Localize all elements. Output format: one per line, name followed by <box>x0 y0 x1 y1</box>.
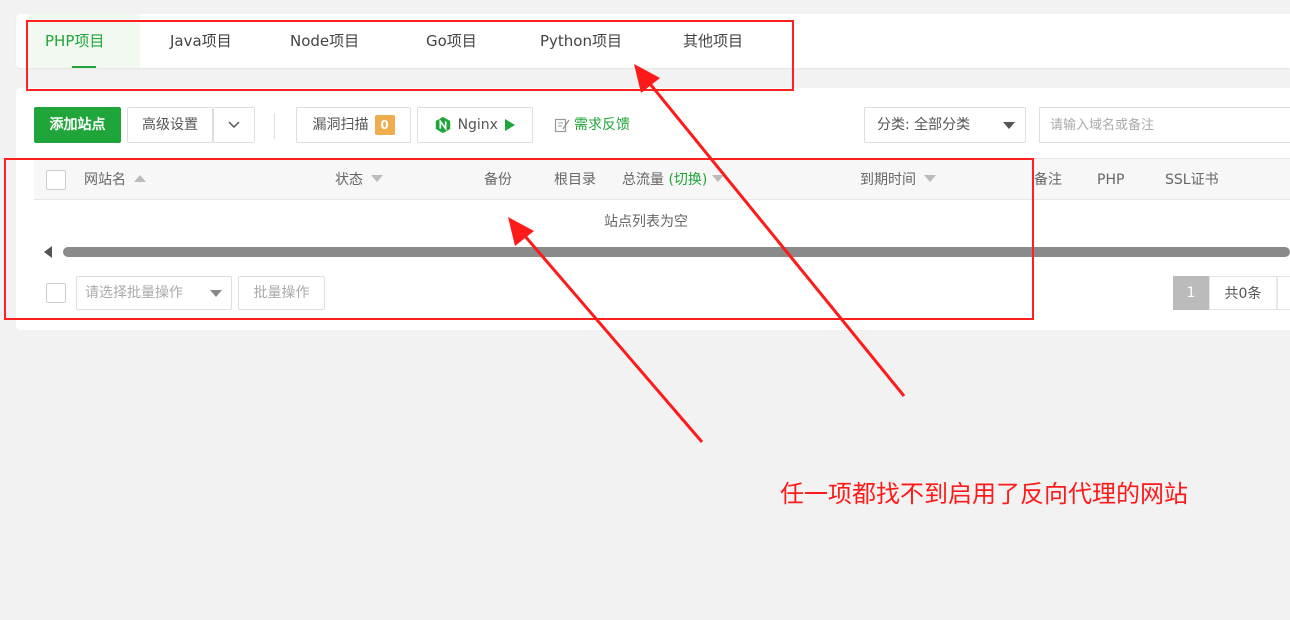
scrollbar-thumb[interactable] <box>63 247 1290 257</box>
category-select[interactable]: 分类: 全部分类 <box>864 107 1026 143</box>
col-php-label: PHP <box>1097 172 1125 188</box>
chevron-down-icon <box>228 121 240 129</box>
batch-select-placeholder: 请选择批量操作 <box>85 285 183 301</box>
col-site-name[interactable]: 网站名 <box>84 159 147 201</box>
col-root-dir: 根目录 <box>554 159 596 201</box>
col-ssl-label: SSL证书 <box>1165 172 1219 188</box>
col-expiry-label: 到期时间 <box>860 172 916 188</box>
vuln-scan-button[interactable]: 漏洞扫描 0 <box>296 107 411 143</box>
batch-select-checkbox[interactable] <box>46 283 66 303</box>
select-all-checkbox[interactable] <box>46 170 66 190</box>
col-remark-label: 备注 <box>1034 172 1062 188</box>
col-status[interactable]: 状态 <box>335 159 384 201</box>
empty-text: 站点列表为空 <box>604 214 688 230</box>
sort-down-icon <box>711 175 724 182</box>
col-backup: 备份 <box>484 159 512 201</box>
col-traffic: 总流量 (切换) <box>622 159 724 201</box>
col-php: PHP <box>1097 159 1124 201</box>
tab-other-label: 其他项目 <box>683 32 744 50</box>
batch-operation-select[interactable]: 请选择批量操作 <box>76 276 232 310</box>
page-size-select[interactable] <box>1277 276 1290 310</box>
edit-icon <box>554 118 570 133</box>
nginx-label: Nginx <box>457 117 498 133</box>
sort-down-icon <box>371 175 384 182</box>
col-expiry[interactable]: 到期时间 <box>860 159 937 201</box>
sort-down-icon <box>924 175 937 182</box>
tab-python-label: Python项目 <box>540 32 622 50</box>
feedback-link[interactable]: 需求反馈 <box>554 107 630 143</box>
col-ssl: SSL证书 <box>1165 159 1219 201</box>
page-current-button[interactable]: 1 <box>1173 276 1209 310</box>
annotation-text: 任一项都找不到启用了反向代理的网站 <box>780 480 1188 508</box>
caret-down-icon <box>210 290 222 297</box>
empty-table-message: 站点列表为空 <box>34 202 1290 242</box>
table-header: 网站名 状态 备份 根目录 总流量 (切换) 到期时间 备注 PHP SSL证书 <box>34 158 1290 200</box>
tab-java-label: Java项目 <box>170 32 232 50</box>
col-root-dir-label: 根目录 <box>554 172 596 188</box>
project-tabs: PHP项目 Java项目 Node项目 Go项目 Python项目 其他项目 <box>16 14 1290 68</box>
play-icon <box>505 119 516 131</box>
batch-operation-button[interactable]: 批量操作 <box>238 276 325 310</box>
add-site-button[interactable]: 添加站点 <box>34 107 121 143</box>
tab-go[interactable]: Go项目 <box>426 14 477 68</box>
total-count: 共0条 <box>1209 276 1277 310</box>
nginx-button[interactable]: Nginx <box>417 107 533 143</box>
tab-node[interactable]: Node项目 <box>290 14 359 68</box>
traffic-toggle-link[interactable]: (切换) <box>668 172 707 188</box>
caret-down-icon <box>1003 122 1015 129</box>
nginx-icon <box>435 116 450 134</box>
scroll-left-arrow-icon[interactable] <box>44 246 52 258</box>
feedback-label: 需求反馈 <box>574 117 630 133</box>
active-tab-indicator <box>72 66 96 68</box>
tab-php[interactable]: PHP项目 <box>28 14 140 68</box>
vuln-count-badge: 0 <box>374 115 395 135</box>
tab-node-label: Node项目 <box>290 32 360 50</box>
col-status-label: 状态 <box>335 172 363 188</box>
tab-go-label: Go项目 <box>426 32 477 50</box>
advanced-dropdown-button[interactable] <box>213 107 255 143</box>
advanced-settings-button[interactable]: 高级设置 <box>127 107 213 143</box>
vuln-scan-label: 漏洞扫描 <box>312 117 369 133</box>
tab-php-label: PHP项目 <box>45 32 105 50</box>
col-backup-label: 备份 <box>484 172 512 188</box>
toolbar-divider <box>274 113 275 139</box>
sort-up-icon <box>134 175 147 182</box>
tab-python[interactable]: Python项目 <box>540 14 622 68</box>
tab-other[interactable]: 其他项目 <box>683 14 743 68</box>
category-select-value: 分类: 全部分类 <box>877 117 971 133</box>
col-site-name-label: 网站名 <box>84 172 126 188</box>
col-traffic-label: 总流量 <box>622 172 664 188</box>
search-input[interactable] <box>1039 107 1290 143</box>
tab-java[interactable]: Java项目 <box>170 14 232 68</box>
col-remark: 备注 <box>1034 159 1062 201</box>
